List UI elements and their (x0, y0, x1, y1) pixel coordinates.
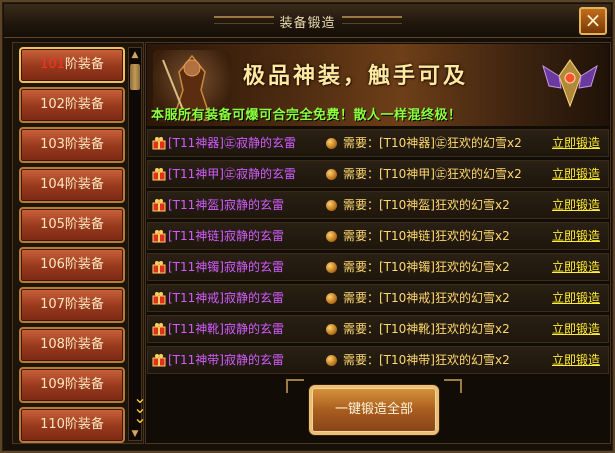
window-title: 装备锻造 (279, 16, 336, 31)
item-name: [T11神甲]㊣寂静的玄雷 (168, 167, 296, 181)
tab-tier-108[interactable]: 108阶装备 (19, 327, 125, 363)
tab-label: 阶装备 (64, 377, 104, 392)
gift-icon (152, 261, 166, 274)
tab-number: 102 (40, 97, 65, 112)
forge-now-link[interactable]: 立即锻造 (552, 285, 600, 311)
tab-label: 阶装备 (64, 417, 104, 432)
item-name: [T11神戒]寂静的玄雷 (168, 291, 284, 305)
forge-now-link[interactable]: 立即锻造 (552, 130, 600, 156)
tab-label: 阶装备 (64, 257, 104, 272)
tier-tab-list: 101阶装备 102阶装备 103阶装备 104阶装备 105阶装备 106阶装… (12, 42, 147, 444)
requirement-text: 需要：[T10神链]狂欢的幻雪x2 (343, 229, 510, 243)
tab-label: 阶装备 (64, 57, 104, 72)
tab-tier-105[interactable]: 105阶装备 (19, 207, 125, 243)
tab-label: 阶装备 (64, 337, 104, 352)
gold-dot-icon (326, 293, 337, 304)
forge-now-link[interactable]: 立即锻造 (552, 223, 600, 249)
item-name: [T11神带]寂静的玄雷 (168, 353, 284, 367)
tab-tier-103[interactable]: 103阶装备 (19, 127, 125, 163)
tab-tier-101[interactable]: 101阶装备 (19, 47, 125, 83)
tab-tier-102[interactable]: 102阶装备 (19, 87, 125, 123)
forge-row: [T11神盔]寂静的玄雷 需要：[T10神盔]狂欢的幻雪x2 立即锻造 (147, 191, 609, 219)
requirement-text: 需要：[T10神戒]狂欢的幻雪x2 (343, 291, 510, 305)
gift-icon (152, 199, 166, 212)
tab-label: 阶装备 (64, 137, 104, 152)
forge-row: [T11神带]寂静的玄雷 需要：[T10神带]狂欢的幻雪x2 立即锻造 (147, 346, 609, 374)
scroll-thumb[interactable] (130, 64, 140, 90)
banner-subtitle: 本服所有装备可爆可合完全免费！散人一样混终极！ (151, 108, 462, 123)
forge-panel: 极品神装，触手可及 本服所有装备可爆可合完全免费！散人一样混终极！ [T11神器… (145, 42, 611, 444)
item-name: [T11神链]寂静的玄雷 (168, 229, 284, 243)
forge-row: [T11神甲]㊣寂静的玄雷 需要：[T10神甲]㊣狂欢的幻雪x2 立即锻造 (147, 160, 609, 188)
tab-tier-104[interactable]: 104阶装备 (19, 167, 125, 203)
tab-tier-109[interactable]: 109阶装备 (19, 367, 125, 403)
requirement-text: 需要：[T10神盔]狂欢的幻雪x2 (343, 198, 510, 212)
requirement-text: 需要：[T10神器]㊣狂欢的幻雪x2 (343, 136, 522, 150)
close-icon: × (584, 8, 602, 32)
gift-icon (152, 137, 166, 150)
gift-icon (152, 168, 166, 181)
gift-icon (152, 354, 166, 367)
scroll-down-icon[interactable]: ▼ (130, 428, 140, 440)
tab-number: 110 (40, 417, 65, 432)
tab-number: 108 (40, 337, 65, 352)
requirement-text: 需要：[T10神镯]狂欢的幻雪x2 (343, 260, 510, 274)
close-button[interactable]: × (579, 7, 607, 35)
tab-number: 107 (40, 297, 65, 312)
gift-icon (152, 230, 166, 243)
item-name: [T11神靴]寂静的玄雷 (168, 322, 284, 336)
winged-emblem-icon (541, 52, 599, 112)
forge-row: [T11神镯]寂静的玄雷 需要：[T10神镯]狂欢的幻雪x2 立即锻造 (147, 253, 609, 281)
tab-number: 104 (40, 177, 65, 192)
requirement-text: 需要：[T10神带]狂欢的幻雪x2 (343, 353, 510, 367)
button-ornament (444, 379, 462, 393)
forge-row: [T11神链]寂静的玄雷 需要：[T10神链]狂欢的幻雪x2 立即锻造 (147, 222, 609, 250)
gold-dot-icon (326, 355, 337, 366)
tab-label: 阶装备 (64, 97, 104, 112)
promo-banner: 极品神装，触手可及 本服所有装备可爆可合完全免费！散人一样混终极！ (147, 44, 609, 126)
tab-label: 阶装备 (64, 177, 104, 192)
forge-all-button[interactable]: 一键锻造全部 (309, 385, 439, 435)
gold-dot-icon (326, 324, 337, 335)
gold-dot-icon (326, 262, 337, 273)
gold-dot-icon (326, 169, 337, 180)
tab-tier-106[interactable]: 106阶装备 (19, 247, 125, 283)
tab-label: 阶装备 (64, 297, 104, 312)
button-ornament (286, 379, 304, 393)
forge-row: [T11神戒]寂静的玄雷 需要：[T10神戒]狂欢的幻雪x2 立即锻造 (147, 284, 609, 312)
forge-now-link[interactable]: 立即锻造 (552, 254, 600, 280)
gold-dot-icon (326, 231, 337, 242)
tab-number: 103 (40, 137, 65, 152)
tab-label: 阶装备 (64, 217, 104, 232)
requirement-text: 需要：[T10神靴]狂欢的幻雪x2 (343, 322, 510, 336)
tab-tier-107[interactable]: 107阶装备 (19, 287, 125, 323)
gold-dot-icon (326, 200, 337, 211)
item-name: [T11神盔]寂静的玄雷 (168, 198, 284, 212)
forge-now-link[interactable]: 立即锻造 (552, 161, 600, 187)
tab-scrollbar[interactable]: ▲ ▼ (128, 47, 142, 441)
gift-icon (152, 292, 166, 305)
tab-tier-110[interactable]: 110阶装备 (19, 407, 125, 443)
item-name: [T11神器]㊣寂静的玄雷 (168, 136, 296, 150)
requirement-text: 需要：[T10神甲]㊣狂欢的幻雪x2 (343, 167, 522, 181)
forge-now-link[interactable]: 立即锻造 (552, 192, 600, 218)
banner-title: 极品神装，触手可及 (243, 63, 469, 89)
forge-now-link[interactable]: 立即锻造 (552, 347, 600, 373)
forge-row: [T11神器]㊣寂静的玄雷 需要：[T10神器]㊣狂欢的幻雪x2 立即锻造 (147, 129, 609, 157)
forge-row: [T11神靴]寂静的玄雷 需要：[T10神靴]狂欢的幻雪x2 立即锻造 (147, 315, 609, 343)
tab-number: 105 (40, 217, 65, 232)
item-name: [T11神镯]寂静的玄雷 (168, 260, 284, 274)
title-bar: 装备锻造 × (4, 4, 611, 38)
tab-number: 109 (40, 377, 65, 392)
forge-now-link[interactable]: 立即锻造 (552, 316, 600, 342)
tab-number: 101 (40, 57, 65, 72)
equipment-forge-window: 装备锻造 × 101阶装备 102阶装备 103阶装备 104阶装备 105阶装… (0, 0, 615, 453)
tab-number: 106 (40, 257, 65, 272)
gift-icon (152, 323, 166, 336)
gold-dot-icon (326, 138, 337, 149)
scroll-up-icon[interactable]: ▲ (130, 49, 140, 61)
